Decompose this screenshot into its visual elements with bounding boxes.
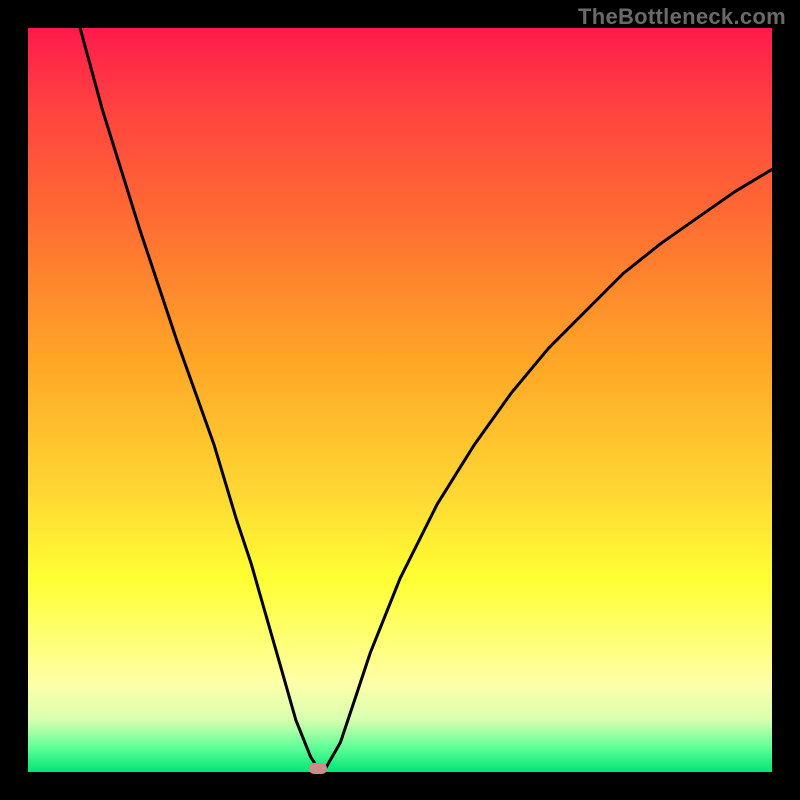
bottleneck-marker: [309, 763, 327, 774]
watermark-text: TheBottleneck.com: [578, 4, 786, 30]
chart-frame: TheBottleneck.com: [0, 0, 800, 800]
bottleneck-curve: [28, 28, 772, 772]
plot-area: [28, 28, 772, 772]
